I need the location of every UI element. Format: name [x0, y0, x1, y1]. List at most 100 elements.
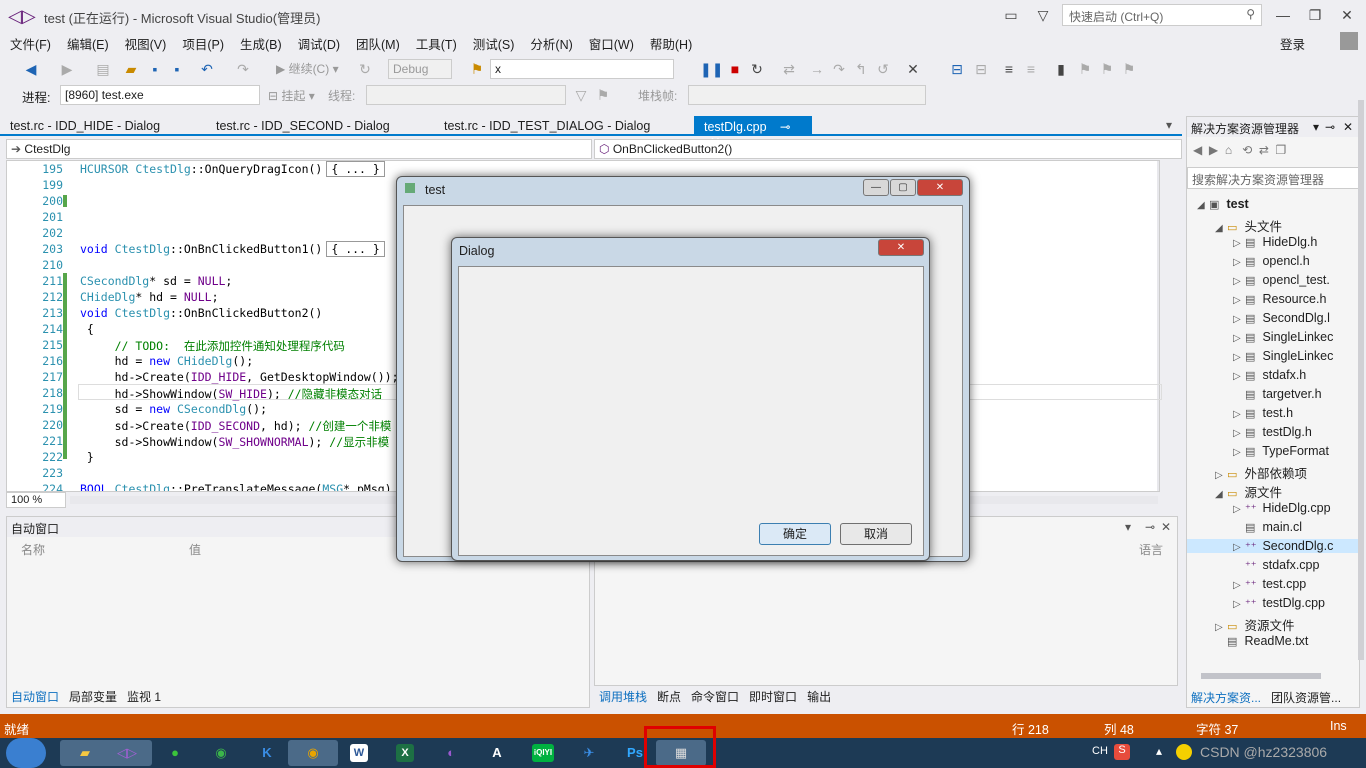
code-line[interactable]: // TODO: 在此添加控件通知处理程序代码: [80, 338, 345, 354]
back-icon[interactable]: ◀: [1193, 143, 1202, 157]
quick-launch-input[interactable]: 快速启动 (Ctrl+Q) ⚲: [1062, 4, 1262, 26]
tab-team-explorer[interactable]: 团队资源管...: [1271, 691, 1341, 705]
tree-item[interactable]: ◢ ▭ 源文件: [1215, 482, 1282, 501]
panel-menu-icon[interactable]: ▾: [1313, 120, 1319, 134]
tree-hscrollbar[interactable]: [1201, 673, 1321, 679]
bookmark-icon[interactable]: ▮: [1050, 58, 1072, 80]
tree-item[interactable]: ▤ ReadMe.txt: [1215, 634, 1308, 648]
expand-arrow-icon[interactable]: ▷: [1233, 238, 1245, 249]
tab-autos[interactable]: 自动窗口: [6, 686, 64, 707]
tree-item[interactable]: ▤ targetver.h: [1233, 387, 1322, 401]
taskbar-visual-studio-icon[interactable]: ◁▷: [102, 740, 152, 766]
tree-item[interactable]: ▷ ▤ TypeFormat: [1233, 444, 1329, 458]
tree-item[interactable]: ▷ ▤ SingleLinkec: [1233, 330, 1333, 344]
refresh-icon[interactable]: ↻: [354, 58, 376, 80]
filter-icon[interactable]: ▽: [1032, 4, 1054, 26]
code-line[interactable]: sd->Create(IDD_SECOND, hd); //创建一个非模: [80, 418, 392, 434]
code-line[interactable]: hd = new CHideDlg();: [80, 354, 254, 368]
minimize-button[interactable]: —: [863, 179, 889, 196]
menu-build[interactable]: 生成(B): [230, 32, 288, 53]
code-line[interactable]: sd = new CSecondDlg();: [80, 402, 267, 416]
sogou-icon[interactable]: S: [1114, 744, 1130, 760]
expand-arrow-icon[interactable]: ▷: [1233, 276, 1245, 287]
tray-expand-icon[interactable]: ▴: [1156, 744, 1162, 758]
clear-bookmark-icon[interactable]: ⚑: [1118, 58, 1140, 80]
tree-item[interactable]: ▷ ▤ testDlg.h: [1233, 425, 1312, 439]
tree-item[interactable]: ▷ ▭ 外部依赖项: [1215, 463, 1307, 482]
solution-search-input[interactable]: 搜索解决方案资源管理器: [1187, 167, 1359, 189]
pause-icon[interactable]: ❚❚: [700, 58, 723, 80]
expand-arrow-icon[interactable]: ▷: [1233, 314, 1245, 325]
tab-test-rc-idd-second[interactable]: test.rc - IDD_SECOND - Dialog: [206, 116, 400, 136]
panel-menu-icon[interactable]: ▾: [1125, 520, 1131, 534]
tab-test-rc-idd-hide[interactable]: test.rc - IDD_HIDE - Dialog: [0, 116, 170, 136]
new-project-icon[interactable]: ▤: [92, 58, 114, 80]
stackframe-select[interactable]: [688, 85, 926, 105]
tree-item[interactable]: ▷ ▭ 资源文件: [1215, 615, 1294, 634]
tree-item[interactable]: ▷ ⁺⁺ SecondDlg.c: [1187, 539, 1359, 553]
tab-output[interactable]: 输出: [802, 686, 836, 707]
expand-arrow-icon[interactable]: ▷: [1233, 333, 1245, 344]
expand-arrow-icon[interactable]: ◢: [1215, 489, 1227, 500]
pin-icon[interactable]: ⊸: [780, 120, 790, 134]
continue-button[interactable]: ▶ 继续(C) ▾: [276, 60, 339, 77]
class-select[interactable]: ➔ CtestDlg: [6, 139, 592, 159]
tab-breakpoints[interactable]: 断点: [652, 686, 686, 707]
tree-item[interactable]: ▷ ▤ stdafx.h: [1233, 368, 1306, 382]
taskbar-excel-icon[interactable]: X: [396, 744, 414, 762]
taskbar-chrome-icon[interactable]: ◉: [288, 740, 338, 766]
tab-command-window[interactable]: 命令窗口: [686, 686, 744, 707]
step-back-icon[interactable]: ↺: [872, 58, 894, 80]
minimize-button[interactable]: —: [1272, 4, 1294, 26]
tree-item[interactable]: ◢ ▭ 头文件: [1215, 216, 1282, 235]
page-scrollbar[interactable]: [1358, 100, 1364, 660]
menu-debug[interactable]: 调试(D): [288, 32, 346, 53]
close-button[interactable]: ✕: [917, 179, 963, 196]
expand-arrow-icon[interactable]: ▷: [1233, 257, 1245, 268]
sync-icon[interactable]: ⇄: [1259, 143, 1269, 157]
code-line[interactable]: HCURSOR CtestDlg::OnQueryDragIcon(){ ...…: [80, 161, 385, 177]
menu-view[interactable]: 视图(V): [115, 32, 173, 53]
taskbar-k-app-icon[interactable]: K: [242, 740, 292, 766]
code-line[interactable]: BOOL CtestDlg::PreTranslateMessage(MSG* …: [80, 482, 392, 491]
menu-tools[interactable]: 工具(T): [406, 32, 463, 53]
taskbar-word-icon[interactable]: W: [350, 744, 368, 762]
tree-item[interactable]: ▷ ▤ SingleLinkec: [1233, 349, 1333, 363]
tree-item[interactable]: ▷ ▤ test.h: [1233, 406, 1293, 420]
expand-arrow-icon[interactable]: ▷: [1233, 599, 1245, 610]
member-select[interactable]: ⬡ OnBnClickedButton2(): [594, 139, 1182, 159]
save-all-icon[interactable]: ▪: [166, 58, 188, 80]
stop-icon[interactable]: ■: [724, 58, 746, 80]
expand-arrow-icon[interactable]: ▷: [1233, 542, 1245, 553]
tree-item[interactable]: ◢ ▣ test: [1197, 197, 1249, 211]
code-line[interactable]: {: [80, 322, 94, 336]
expand-arrow-icon[interactable]: ▷: [1233, 447, 1245, 458]
forward-icon[interactable]: ▶: [56, 58, 78, 80]
taskbar-iqiyi-icon[interactable]: iQIYI: [532, 744, 554, 762]
panel-close-icon[interactable]: ✕: [1161, 520, 1171, 534]
tree-item[interactable]: ▷ ▤ opencl_test.: [1233, 273, 1330, 287]
tab-callstack[interactable]: 调用堆栈: [594, 686, 652, 707]
code-line[interactable]: CHideDlg* hd = NULL;: [80, 290, 219, 304]
indent-icon[interactable]: ⊟: [970, 58, 992, 80]
target-select[interactable]: x: [490, 59, 674, 79]
expand-arrow-icon[interactable]: ▷: [1215, 470, 1227, 481]
menu-help[interactable]: 帮助(H): [640, 32, 698, 53]
expand-arrow-icon[interactable]: ▷: [1233, 580, 1245, 591]
comment-icon[interactable]: ≡: [998, 58, 1020, 80]
step-into-icon[interactable]: →: [806, 58, 828, 80]
config-select[interactable]: Debug: [388, 59, 452, 79]
taskbar-font-icon[interactable]: A: [472, 740, 522, 766]
tree-item[interactable]: ▷ ⁺⁺ test.cpp: [1233, 577, 1306, 591]
code-line[interactable]: void CtestDlg::OnBnClickedButton1(){ ...…: [80, 241, 385, 257]
menu-test[interactable]: 测试(S): [463, 32, 521, 53]
menu-team[interactable]: 团队(M): [346, 32, 406, 53]
show-next-statement-icon[interactable]: ⇄: [778, 58, 800, 80]
start-button[interactable]: [6, 738, 46, 768]
tab-solution-explorer[interactable]: 解决方案资...: [1191, 691, 1261, 705]
prev-bookmark-icon[interactable]: ⚑: [1074, 58, 1096, 80]
tab-testdlg-cpp[interactable]: testDlg.cpp ⊸ ✕: [694, 116, 812, 149]
zoom-select[interactable]: 100 %: [6, 492, 66, 508]
tree-item[interactable]: ▤ main.cl: [1233, 520, 1302, 534]
expand-arrow-icon[interactable]: ▷: [1233, 295, 1245, 306]
